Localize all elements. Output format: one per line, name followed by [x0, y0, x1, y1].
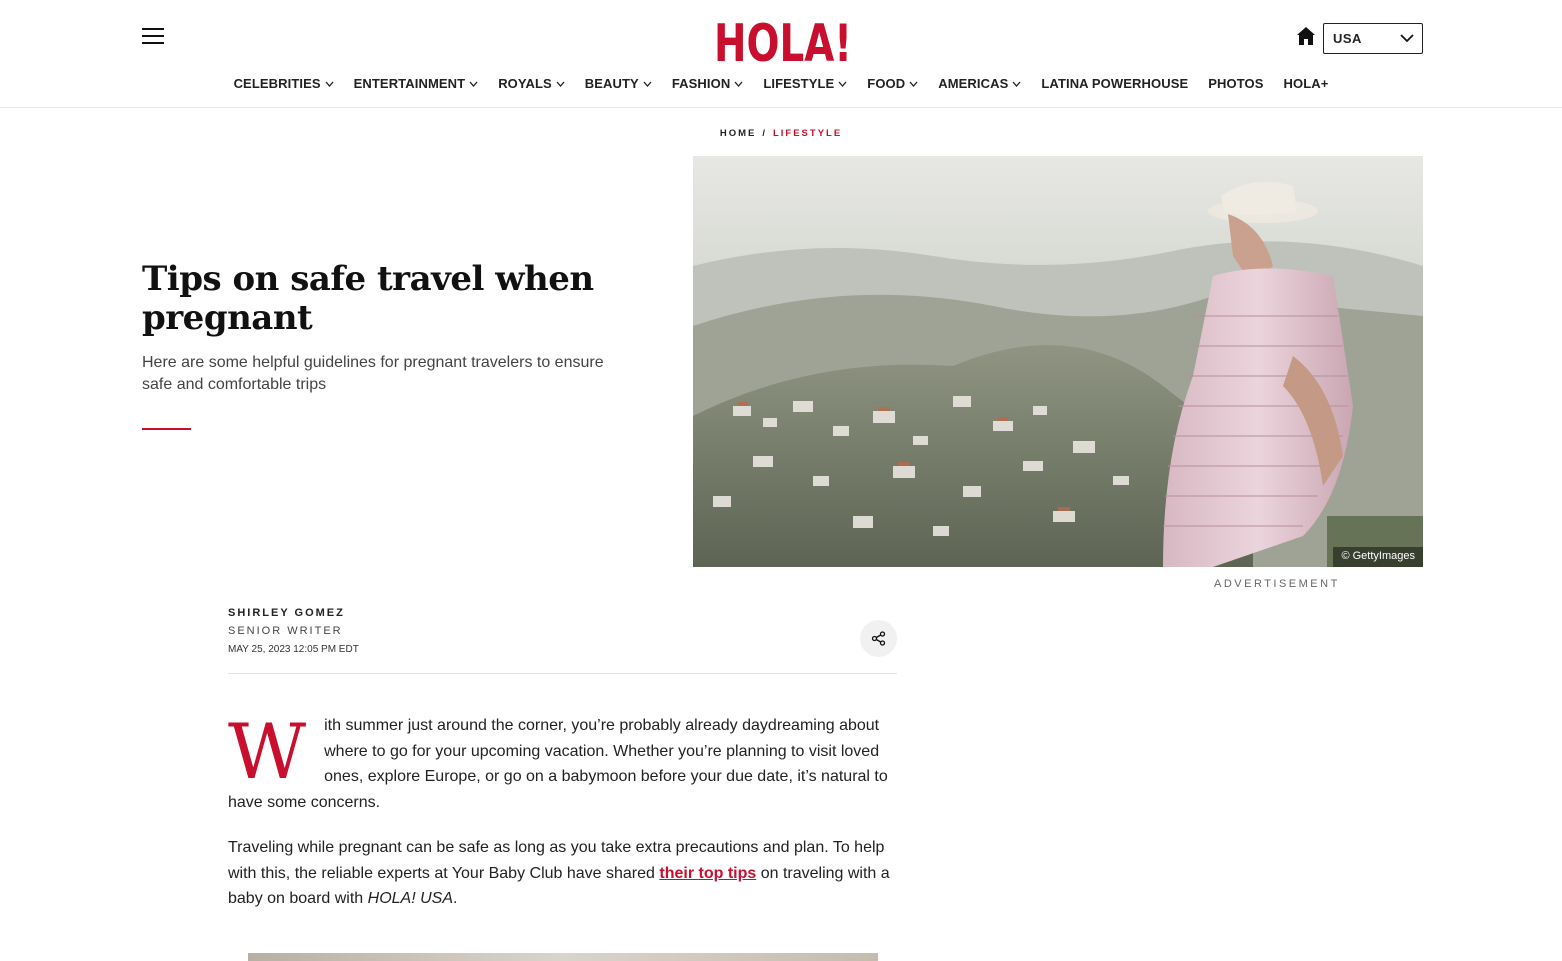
chevron-down-icon	[838, 81, 847, 87]
hola-usa-italic: HOLA! USA	[367, 890, 454, 908]
nav-item-americas[interactable]: AMERICAS	[938, 76, 1021, 91]
advertisement-label: ADVERTISEMENT	[1214, 578, 1340, 590]
hero-photo	[693, 156, 1423, 567]
chevron-down-icon	[325, 81, 334, 87]
main-nav: CELEBRITIES ENTERTAINMENT ROYALS BEAUTY …	[0, 76, 1562, 91]
article-inline-image[interactable]	[248, 953, 878, 961]
nav-item-royals[interactable]: ROYALS	[498, 76, 565, 91]
chevron-down-icon	[469, 81, 478, 87]
nav-item-hola-plus[interactable]: HOLA+	[1284, 76, 1329, 91]
region-label: USA	[1333, 31, 1362, 46]
image-credit: © GettyImages	[1333, 547, 1423, 567]
nav-item-entertainment[interactable]: ENTERTAINMENT	[354, 76, 479, 91]
nav-item-photos[interactable]: PHOTOS	[1208, 76, 1263, 91]
nav-item-fashion[interactable]: FASHION	[672, 76, 743, 91]
author-name[interactable]: SHIRLEY GOMEZ	[228, 607, 345, 619]
byline-divider	[228, 673, 897, 674]
chevron-down-icon	[734, 81, 743, 87]
site-header: HOLA! USA CELEBRITIES ENTERTAINMENT ROYA…	[0, 0, 1562, 108]
title-divider	[142, 428, 191, 430]
hero-image[interactable]: © GettyImages	[693, 156, 1423, 567]
nav-item-food[interactable]: FOOD	[867, 76, 918, 91]
chevron-down-icon	[909, 81, 918, 87]
article-paragraph-1: W ith summer just around the corner, you…	[228, 713, 897, 815]
paragraph-1-text: ith summer just around the corner, you’r…	[228, 717, 888, 811]
breadcrumb-lifestyle[interactable]: LIFESTYLE	[773, 128, 842, 139]
nav-item-latina-powerhouse[interactable]: LATINA POWERHOUSE	[1041, 76, 1188, 91]
hamburger-menu-icon[interactable]	[142, 28, 164, 46]
paragraph-2-text-end: .	[453, 890, 458, 908]
top-tips-link[interactable]: their top tips	[659, 865, 756, 882]
region-selector[interactable]: USA	[1323, 23, 1423, 54]
nav-item-celebrities[interactable]: CELEBRITIES	[234, 76, 334, 91]
article-paragraph-2: Traveling while pregnant can be safe as …	[228, 835, 897, 912]
chevron-down-icon	[1400, 34, 1414, 43]
share-button[interactable]	[860, 620, 897, 657]
chevron-down-icon	[556, 81, 565, 87]
breadcrumb-home[interactable]: HOME	[720, 128, 757, 139]
chevron-down-icon	[1012, 81, 1021, 87]
chevron-down-icon	[643, 81, 652, 87]
svg-text:HOLA!: HOLA!	[714, 14, 852, 68]
breadcrumb: HOME / LIFESTYLE	[0, 128, 1562, 139]
home-icon[interactable]	[1295, 25, 1317, 47]
dropcap-letter: W	[228, 707, 307, 796]
nav-item-beauty[interactable]: BEAUTY	[585, 76, 652, 91]
breadcrumb-separator: /	[762, 128, 767, 139]
publish-date: MAY 25, 2023 12:05 PM EDT	[228, 644, 359, 655]
hola-logo[interactable]: HOLA!	[713, 14, 853, 68]
article-title: Tips on safe travel when pregnant	[142, 259, 594, 338]
nav-item-lifestyle[interactable]: LIFESTYLE	[763, 76, 847, 91]
author-role: SENIOR WRITER	[228, 625, 343, 637]
share-icon	[871, 631, 886, 646]
article-subtitle: Here are some helpful guidelines for pre…	[142, 354, 604, 393]
